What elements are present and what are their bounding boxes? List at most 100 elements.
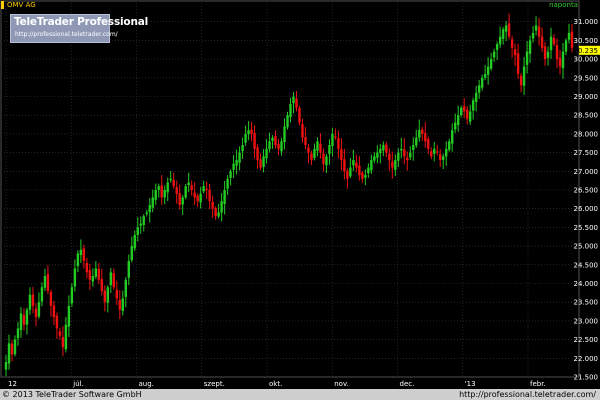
candle-body: [465, 109, 469, 119]
candle-body: [52, 305, 56, 318]
candle-body: [322, 153, 325, 164]
candle-body: [480, 77, 484, 88]
candle-body: [319, 143, 322, 153]
candle-body: [31, 294, 35, 306]
candle-body: [295, 98, 298, 108]
y-tick-label: 27.000: [574, 168, 599, 176]
instrument-color-marker: [1, 1, 4, 9]
x-tick-label: 12: [8, 380, 17, 388]
candle-body: [7, 343, 11, 364]
candle-body: [25, 309, 29, 325]
candle-body: [391, 161, 394, 168]
candle-body: [241, 145, 244, 152]
candle-body: [549, 36, 553, 51]
candle-body: [451, 130, 454, 144]
candle-body: [328, 145, 331, 154]
candle-body: [397, 152, 400, 161]
candle-body: [73, 268, 77, 287]
candle-body: [100, 279, 104, 291]
candle-body: [433, 148, 436, 154]
footer-url[interactable]: http://professional.teletrader.com/: [459, 389, 596, 400]
candle-body: [58, 331, 62, 336]
candle-body: [471, 100, 475, 111]
candle-body: [169, 178, 172, 181]
price-chart[interactable]: 21.500 22.000 22.500 23.000 23.500 24.000 24.5…: [0, 0, 600, 389]
candle-body: [301, 123, 304, 138]
candle-body: [268, 141, 271, 150]
candle-body: [427, 138, 430, 149]
candle-body: [229, 171, 232, 178]
candle-body: [388, 153, 391, 161]
candle-body: [406, 157, 409, 161]
candle-body: [367, 167, 370, 174]
candle-body: [403, 149, 406, 157]
candle-body: [232, 163, 235, 170]
candle-body: [325, 156, 328, 166]
candle-body: [253, 132, 256, 149]
y-tick-label: 21.500: [574, 374, 599, 382]
y-axis: 21.500 22.000 22.500 23.000 23.500 24.000 24.5…: [574, 18, 599, 381]
candle-body: [13, 339, 17, 355]
candle-body: [136, 227, 139, 235]
candle-body: [409, 152, 412, 158]
candle-body: [247, 130, 250, 135]
candle-body: [436, 151, 439, 153]
candle-body: [139, 223, 142, 226]
candle-body: [415, 137, 418, 146]
candle-body: [310, 153, 313, 161]
x-axis: 12 júl. aug. szept. okt. nov. dec. '13 febr.: [8, 380, 546, 388]
candle-body: [226, 178, 229, 189]
candle-body: [289, 103, 292, 118]
last-price-marker: 30.235: [574, 45, 600, 55]
candle-body: [552, 37, 556, 45]
candle-body: [10, 343, 14, 355]
candle-body: [510, 39, 514, 48]
instrument-name[interactable]: OMV AG: [7, 1, 36, 9]
candle-body: [112, 273, 116, 288]
y-tick-label: 22.500: [574, 336, 599, 344]
candle-body: [199, 193, 202, 203]
y-tick-label: 24.000: [574, 280, 599, 288]
candle-body: [540, 36, 544, 48]
y-tick-label: 30.000: [574, 56, 599, 64]
candle-body: [16, 328, 20, 339]
candle-body: [468, 111, 472, 122]
candle-body: [385, 144, 388, 153]
candle-body: [202, 186, 205, 192]
timeframe-label[interactable]: naponta: [549, 1, 578, 9]
candle-body: [277, 143, 280, 149]
candle-body: [205, 188, 208, 190]
candle-body: [172, 179, 175, 187]
candle-body: [196, 195, 199, 202]
candle-body: [567, 32, 571, 40]
y-tick-label: 31.000: [574, 18, 599, 26]
x-tick-label: júl.: [72, 380, 84, 388]
y-tick-label: 25.500: [574, 224, 599, 232]
x-tick-label: okt.: [269, 380, 282, 388]
candle-body: [361, 172, 364, 179]
candle-body: [292, 96, 295, 104]
candle-body: [130, 246, 133, 261]
candle-body: [235, 160, 238, 166]
candle-body: [349, 167, 352, 177]
candle-body: [534, 25, 538, 31]
candle-body: [133, 234, 136, 249]
candle-body: [49, 291, 53, 306]
candle-body: [145, 212, 148, 214]
candle-body: [88, 269, 92, 280]
candle-body: [4, 362, 8, 370]
candle-body: [262, 156, 265, 167]
candle-body: [43, 276, 47, 288]
candle-body: [148, 204, 151, 213]
candle-body: [504, 25, 508, 32]
candle-body: [85, 262, 89, 273]
candle-body: [430, 151, 433, 157]
candle-body: [238, 152, 241, 163]
y-tick-label: 28.500: [574, 112, 599, 120]
candle-body: [118, 299, 121, 310]
chart-window: 21.500 22.000 22.500 23.000 23.500 24.000 24.5…: [0, 0, 600, 400]
x-tick-label: nov.: [334, 380, 349, 388]
candle-body: [163, 190, 166, 198]
candle-body: [214, 208, 217, 217]
candle-body: [376, 152, 379, 158]
